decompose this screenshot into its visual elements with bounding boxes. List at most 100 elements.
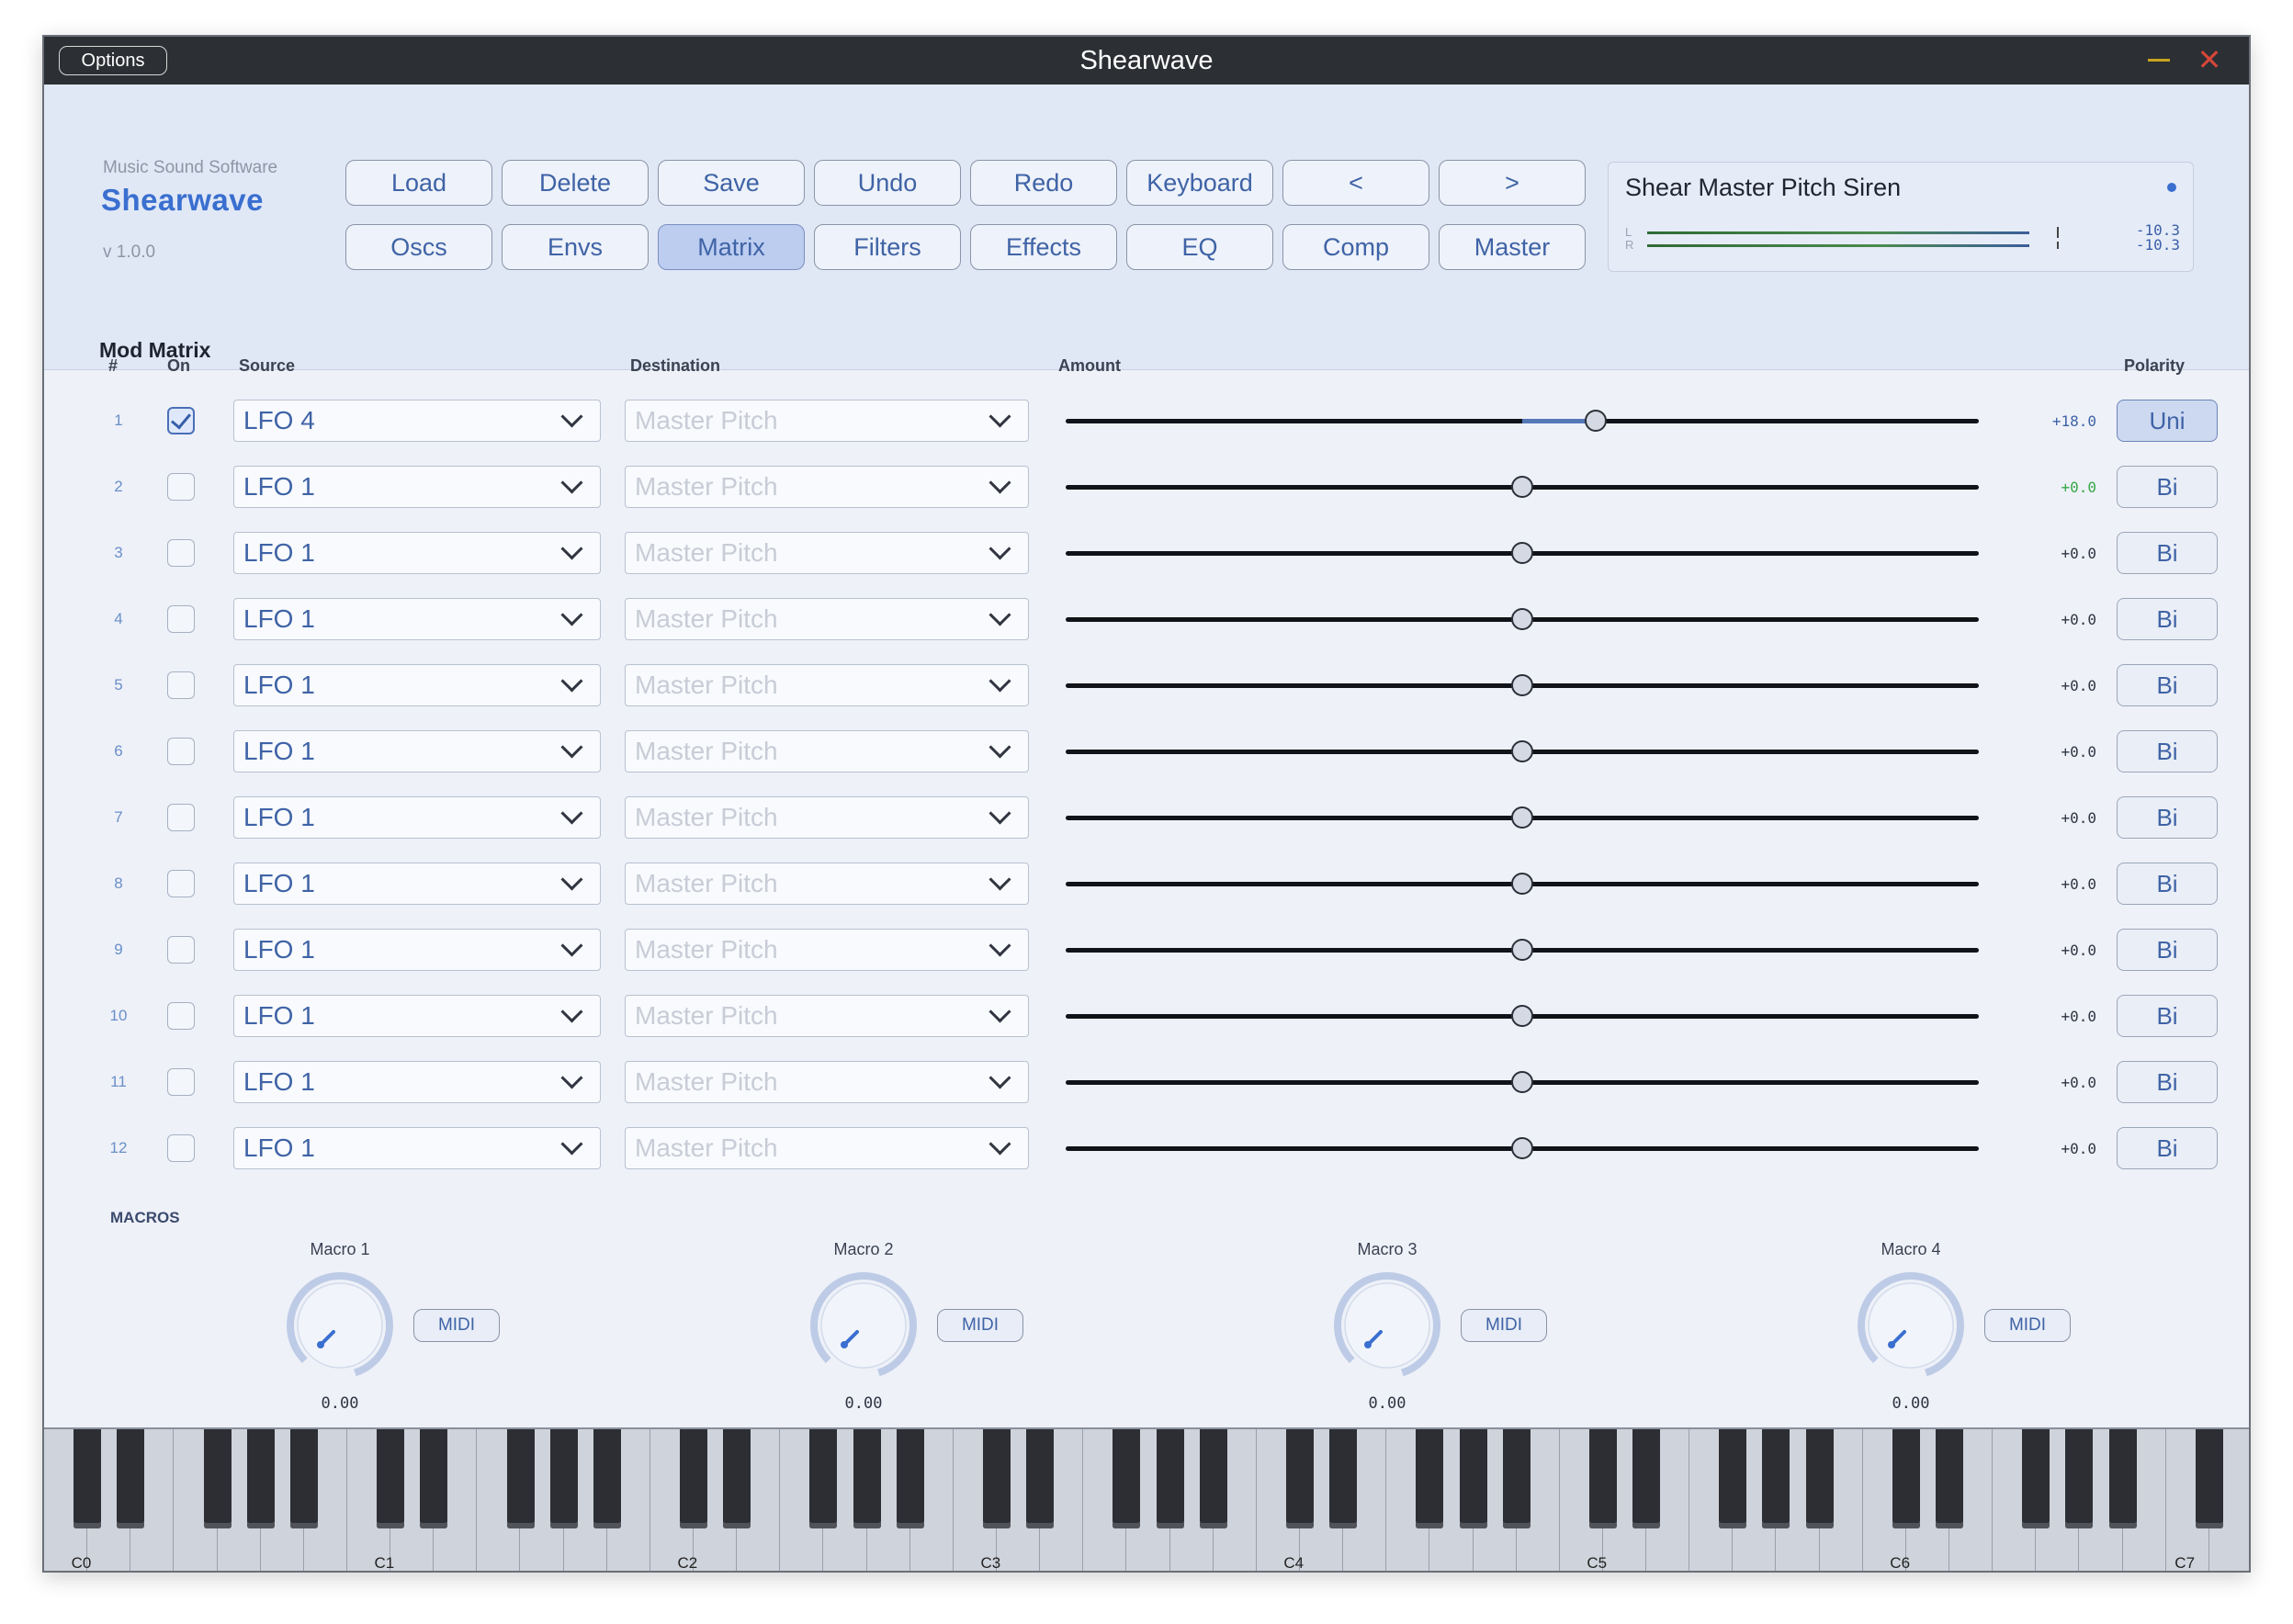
black-key[interactable] [1416,1429,1444,1528]
close-icon[interactable]: ✕ [2196,45,2223,74]
amount-slider-thumb[interactable] [1511,608,1533,630]
source-dropdown[interactable]: LFO 1 [233,532,601,574]
enabled-checkbox[interactable] [167,804,195,831]
black-key[interactable] [1892,1429,1920,1528]
source-dropdown[interactable]: LFO 1 [233,664,601,706]
black-key[interactable] [1329,1429,1358,1528]
enabled-checkbox[interactable] [167,1068,195,1096]
amount-slider-thumb[interactable] [1511,674,1533,696]
black-key[interactable] [203,1429,232,1528]
toolbar-button-7[interactable]: > [1439,160,1586,206]
source-dropdown[interactable]: LFO 1 [233,598,601,640]
source-dropdown[interactable]: LFO 1 [233,1061,601,1103]
midi-learn-button[interactable]: MIDI [937,1309,1023,1342]
amount-slider-thumb[interactable] [1511,542,1533,564]
macro-knob[interactable] [808,1270,919,1381]
enabled-checkbox-checked[interactable] [167,407,195,434]
amount-slider-thumb[interactable] [1511,873,1533,895]
black-key[interactable] [2195,1429,2223,1528]
black-key[interactable] [289,1429,318,1528]
toolbar-button-6[interactable]: < [1282,160,1429,206]
black-key[interactable] [853,1429,881,1528]
toolbar-button-2[interactable]: Save [658,160,805,206]
tab-master[interactable]: Master [1439,224,1586,270]
piano-keyboard[interactable]: C0 C1 C2 C3 C4 C5 C6 C7 [44,1427,2249,1571]
destination-dropdown[interactable]: Master Pitch [625,863,1029,905]
tab-comp[interactable]: Comp [1282,224,1429,270]
enabled-checkbox[interactable] [167,473,195,501]
black-key[interactable] [723,1429,751,1528]
tab-oscs[interactable]: Oscs [345,224,492,270]
black-key[interactable] [1285,1429,1314,1528]
enabled-checkbox[interactable] [167,936,195,964]
toolbar-button-0[interactable]: Load [345,160,492,206]
source-dropdown[interactable]: LFO 1 [233,863,601,905]
source-dropdown[interactable]: LFO 1 [233,466,601,508]
polarity-button[interactable]: Bi [2117,532,2218,574]
destination-dropdown[interactable]: Master Pitch [625,929,1029,971]
black-key[interactable] [1026,1429,1055,1528]
destination-dropdown[interactable]: Master Pitch [625,995,1029,1037]
amount-slider-thumb[interactable] [1511,1005,1533,1027]
black-key[interactable] [1762,1429,1790,1528]
black-key[interactable] [1936,1429,1964,1528]
source-dropdown[interactable]: LFO 1 [233,995,601,1037]
black-key[interactable] [1156,1429,1184,1528]
toolbar-button-4[interactable]: Redo [970,160,1117,206]
enabled-checkbox[interactable] [167,605,195,633]
midi-learn-button[interactable]: MIDI [413,1309,500,1342]
enabled-checkbox[interactable] [167,539,195,567]
polarity-button[interactable]: Bi [2117,466,2218,508]
options-button[interactable]: Options [59,46,167,75]
destination-dropdown[interactable]: Master Pitch [625,664,1029,706]
amount-slider-thumb[interactable] [1511,740,1533,762]
black-key[interactable] [1113,1429,1141,1528]
destination-dropdown[interactable]: Master Pitch [625,400,1029,442]
black-key[interactable] [1632,1429,1661,1528]
amount-slider-thumb[interactable] [1584,410,1607,432]
enabled-checkbox[interactable] [167,671,195,699]
destination-dropdown[interactable]: Master Pitch [625,532,1029,574]
amount-slider-thumb[interactable] [1511,1071,1533,1093]
black-key[interactable] [117,1429,145,1528]
tab-eq[interactable]: EQ [1126,224,1273,270]
destination-dropdown[interactable]: Master Pitch [625,1061,1029,1103]
minimize-icon[interactable] [2148,59,2170,62]
midi-learn-button[interactable]: MIDI [1984,1309,2071,1342]
polarity-button[interactable]: Bi [2117,664,2218,706]
polarity-button[interactable]: Bi [2117,598,2218,640]
midi-learn-button[interactable]: MIDI [1461,1309,1547,1342]
source-dropdown[interactable]: LFO 4 [233,400,601,442]
black-key[interactable] [377,1429,405,1528]
destination-dropdown[interactable]: Master Pitch [625,598,1029,640]
black-key[interactable] [896,1429,924,1528]
tab-matrix[interactable]: Matrix [658,224,805,270]
black-key[interactable] [593,1429,621,1528]
destination-dropdown[interactable]: Master Pitch [625,1127,1029,1169]
toolbar-button-5[interactable]: Keyboard [1126,160,1273,206]
black-key[interactable] [1502,1429,1531,1528]
amount-slider-thumb[interactable] [1511,806,1533,829]
black-key[interactable] [1459,1429,1487,1528]
tab-filters[interactable]: Filters [814,224,961,270]
source-dropdown[interactable]: LFO 1 [233,796,601,839]
enabled-checkbox[interactable] [167,738,195,765]
polarity-button[interactable]: Bi [2117,929,2218,971]
black-key[interactable] [2022,1429,2050,1528]
black-key[interactable] [2065,1429,2094,1528]
amount-slider-thumb[interactable] [1511,1137,1533,1159]
destination-dropdown[interactable]: Master Pitch [625,730,1029,773]
black-key[interactable] [1199,1429,1227,1528]
black-key[interactable] [420,1429,448,1528]
black-key[interactable] [1805,1429,1834,1528]
enabled-checkbox[interactable] [167,1002,195,1030]
polarity-button[interactable]: Bi [2117,863,2218,905]
black-key[interactable] [1719,1429,1747,1528]
black-key[interactable] [1588,1429,1617,1528]
source-dropdown[interactable]: LFO 1 [233,929,601,971]
macro-knob[interactable] [285,1270,395,1381]
black-key[interactable] [506,1429,535,1528]
tab-effects[interactable]: Effects [970,224,1117,270]
amount-slider-thumb[interactable] [1511,476,1533,498]
toolbar-button-3[interactable]: Undo [814,160,961,206]
